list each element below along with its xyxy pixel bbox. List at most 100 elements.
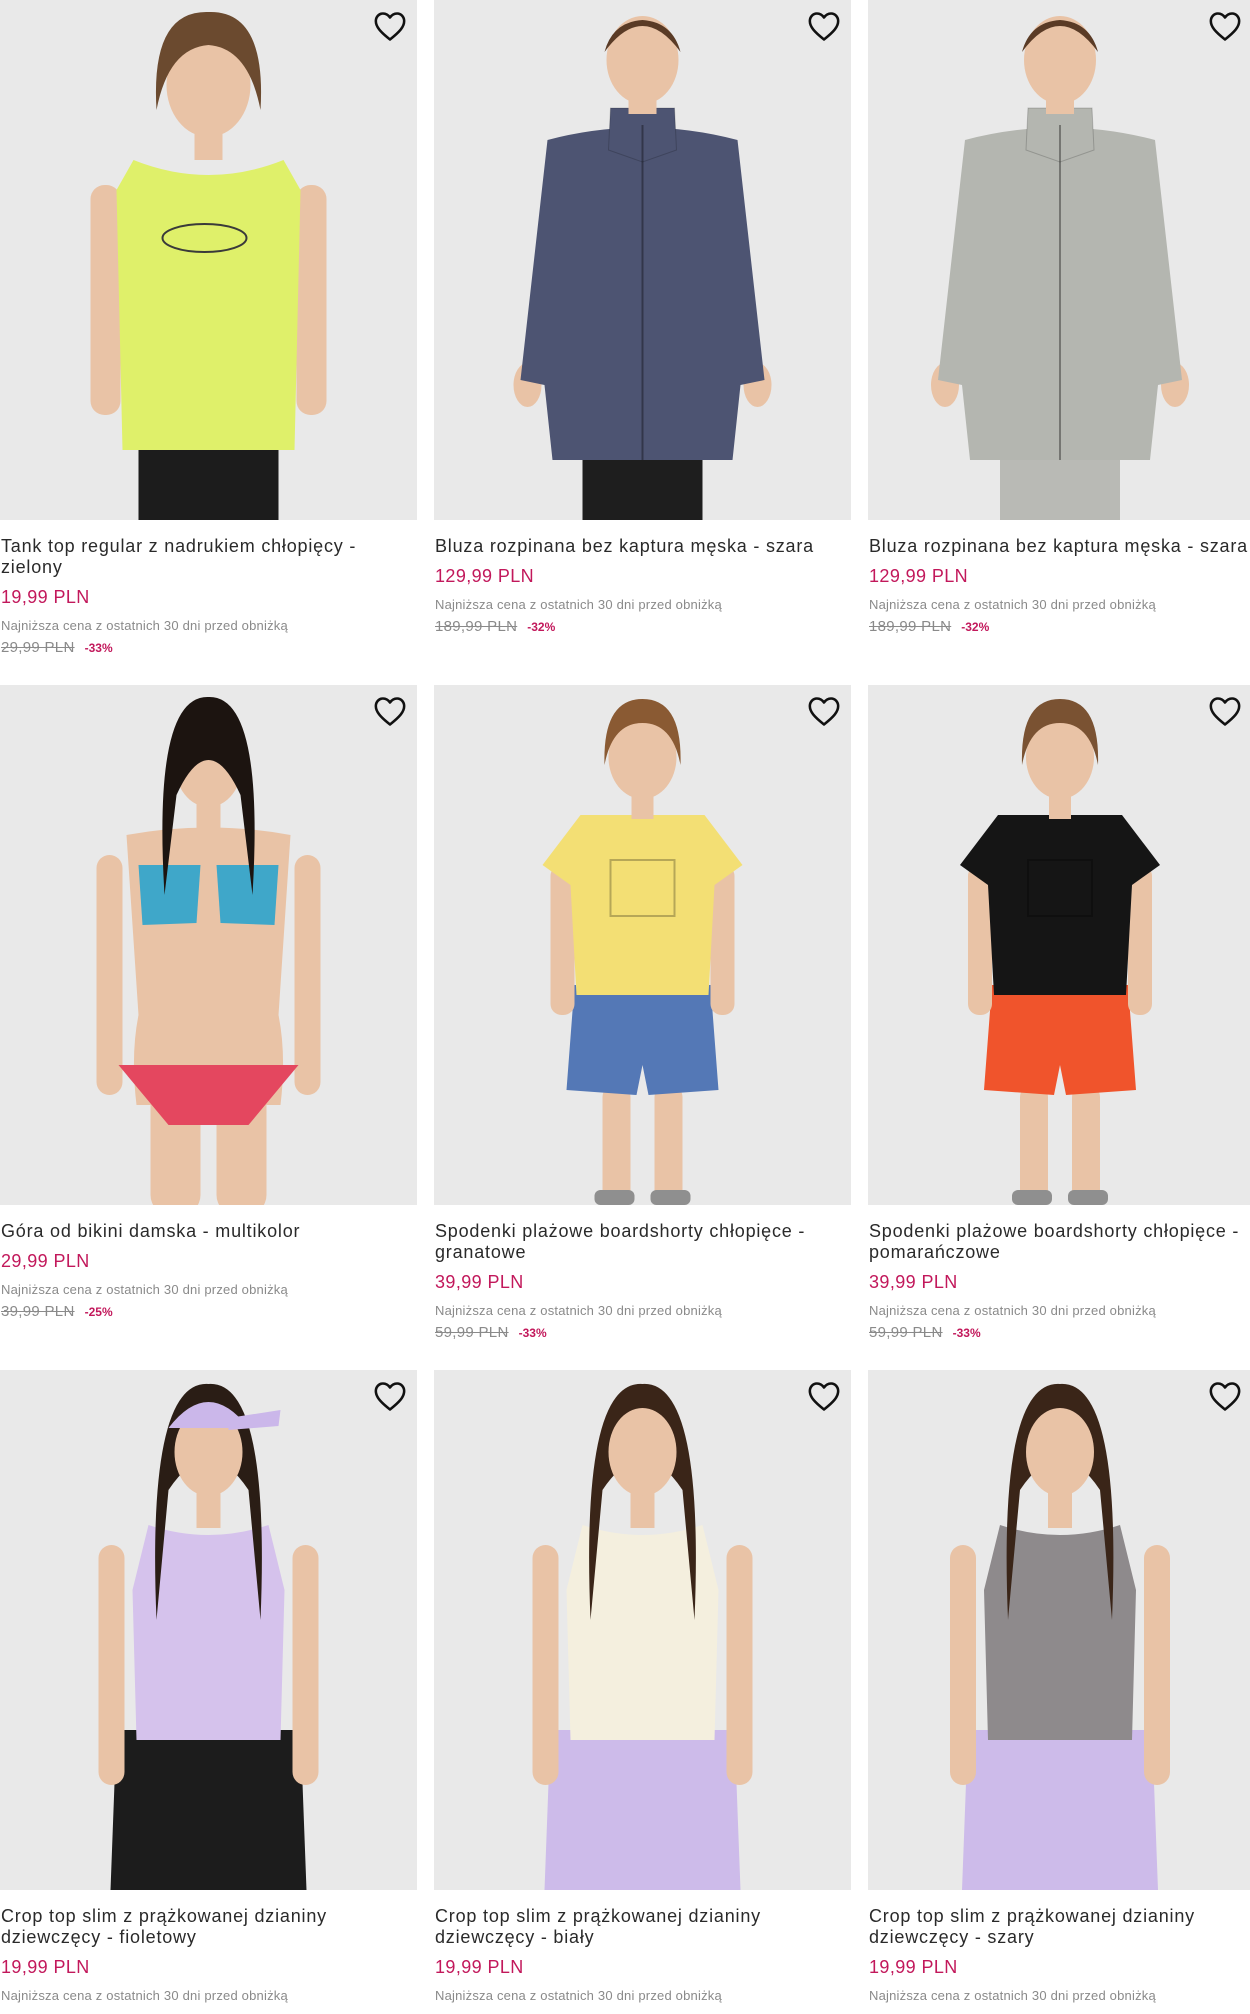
product-info: Crop top slim z prążkowanej dzianiny dzi… <box>434 1890 851 2004</box>
product-image[interactable] <box>434 1370 851 1890</box>
model-arm <box>90 185 121 415</box>
old-price: 39,99 PLN <box>1 1303 75 1320</box>
product-title[interactable]: Tank top regular z nadrukiem chłopięcy -… <box>1 536 411 578</box>
model-head <box>1026 1408 1094 1496</box>
model-arm <box>726 1545 753 1785</box>
wishlist-button[interactable] <box>373 10 409 46</box>
wishlist-button[interactable] <box>373 1380 409 1416</box>
wishlist-button[interactable] <box>807 10 843 46</box>
product-card[interactable]: Crop top slim z prążkowanej dzianiny dzi… <box>0 1370 417 2014</box>
product-photo <box>513 16 772 520</box>
model-shoe <box>594 1190 635 1205</box>
old-price: 189,99 PLN <box>435 618 518 635</box>
product-image[interactable] <box>0 1370 417 1890</box>
model-leg <box>1072 1085 1100 1205</box>
lowest-price-label: Najniższa cena z ostatnich 30 dni przed … <box>435 1303 722 1318</box>
product-card[interactable]: Spodenki plażowe boardshorty chłopięce -… <box>434 685 851 1370</box>
product-title[interactable]: Góra od bikini damska - multikolor <box>1 1221 411 1242</box>
model-arm <box>296 185 327 415</box>
product-card[interactable]: Góra od bikini damska - multikolor 29,99 … <box>0 685 417 1370</box>
product-grid: Tank top regular z nadrukiem chłopięcy -… <box>0 0 1250 2014</box>
product-image[interactable] <box>434 685 851 1205</box>
heart-outline-icon <box>1209 697 1241 726</box>
product-title[interactable]: Crop top slim z prążkowanej dzianiny dzi… <box>435 1906 845 1948</box>
heart-outline-icon <box>1209 1382 1241 1411</box>
product-card[interactable]: Bluza rozpinana bez kaptura męska - szar… <box>868 0 1250 685</box>
bikini-bottom <box>118 1065 299 1125</box>
lowest-price-label: Najniższa cena z ostatnich 30 dni przed … <box>869 597 1156 612</box>
product-photo <box>950 1383 1170 1890</box>
old-price: 59,99 PLN <box>869 1324 943 1341</box>
model-arm <box>294 855 321 1095</box>
old-price: 29,99 PLN <box>1 639 75 656</box>
heart-outline-icon <box>808 1382 840 1411</box>
model-arm <box>98 1545 125 1785</box>
tank-top <box>116 160 301 450</box>
model-shoe <box>650 1190 691 1205</box>
product-price: 39,99 PLN <box>435 1272 524 1292</box>
heart-outline-icon <box>808 12 840 41</box>
product-image[interactable] <box>0 0 417 520</box>
product-image[interactable] <box>868 685 1250 1205</box>
product-image[interactable] <box>434 0 851 520</box>
old-price: 189,99 PLN <box>869 618 952 635</box>
product-price: 29,99 PLN <box>1 1251 90 1271</box>
product-title[interactable]: Bluza rozpinana bez kaptura męska - szar… <box>869 536 1250 557</box>
product-card[interactable]: Crop top slim z prążkowanej dzianiny dzi… <box>868 1370 1250 2014</box>
wishlist-button[interactable] <box>1208 1380 1244 1416</box>
product-title[interactable]: Crop top slim z prążkowanej dzianiny dzi… <box>1 1906 411 1948</box>
product-image[interactable] <box>0 685 417 1205</box>
discount-badge: -33% <box>84 640 113 655</box>
bikini-top <box>216 865 279 925</box>
old-price-row: 59,99 PLN -33% <box>435 1324 851 1341</box>
old-price-row: 39,99 PLN -25% <box>1 1303 417 1320</box>
heart-outline-icon <box>808 697 840 726</box>
product-price: 19,99 PLN <box>1 1957 90 1977</box>
product-title[interactable]: Spodenki plażowe boardshorty chłopięce -… <box>435 1221 845 1263</box>
product-card[interactable]: Tank top regular z nadrukiem chłopięcy -… <box>0 0 417 685</box>
model-arm <box>292 1545 319 1785</box>
model-head <box>1024 16 1096 104</box>
product-info: Crop top slim z prążkowanej dzianiny dzi… <box>0 1890 417 2004</box>
product-photo <box>90 11 327 520</box>
product-card[interactable]: Spodenki plażowe boardshorty chłopięce -… <box>868 685 1250 1370</box>
shorts <box>110 1730 307 1890</box>
product-card[interactable]: Bluza rozpinana bez kaptura męska - szar… <box>434 0 851 685</box>
model-arm <box>1144 1545 1170 1785</box>
old-price-row: 59,99 PLN -33% <box>869 1324 1250 1341</box>
lowest-price-label: Najniższa cena z ostatnich 30 dni przed … <box>1 1282 288 1297</box>
product-image[interactable] <box>868 0 1250 520</box>
product-photo <box>931 16 1189 520</box>
model-head <box>608 1408 677 1496</box>
product-image[interactable] <box>868 1370 1250 1890</box>
product-title[interactable]: Crop top slim z prążkowanej dzianiny dzi… <box>869 1906 1250 1948</box>
lowest-price-label: Najniższa cena z ostatnich 30 dni przed … <box>435 597 722 612</box>
discount-badge: -32% <box>527 619 556 634</box>
old-price-row: 189,99 PLN -32% <box>869 618 1250 635</box>
old-price: 59,99 PLN <box>435 1324 509 1341</box>
model-shoe <box>1012 1190 1052 1205</box>
product-photo <box>96 696 321 1205</box>
product-title[interactable]: Bluza rozpinana bez kaptura męska - szar… <box>435 536 845 557</box>
model-shorts <box>138 440 279 520</box>
wishlist-button[interactable] <box>807 1380 843 1416</box>
product-info: Spodenki plażowe boardshorty chłopięce -… <box>434 1205 851 1341</box>
lowest-price-label: Najniższa cena z ostatnich 30 dni przed … <box>1 618 288 633</box>
product-info: Crop top slim z prążkowanej dzianiny dzi… <box>868 1890 1250 2004</box>
product-card[interactable]: Crop top slim z prążkowanej dzianiny dzi… <box>434 1370 851 2014</box>
wishlist-button[interactable] <box>373 695 409 731</box>
old-price-row: 189,99 PLN -32% <box>435 618 851 635</box>
heart-outline-icon <box>1209 12 1241 41</box>
wishlist-button[interactable] <box>807 695 843 731</box>
lowest-price-label: Najniższa cena z ostatnich 30 dni przed … <box>1 1988 288 2003</box>
bikini-top <box>138 865 201 925</box>
discount-badge: -25% <box>84 1304 113 1319</box>
product-photo <box>542 699 743 1205</box>
product-photo <box>98 1383 319 1890</box>
product-title[interactable]: Spodenki plażowe boardshorty chłopięce -… <box>869 1221 1250 1263</box>
wishlist-button[interactable] <box>1208 695 1244 731</box>
shorts <box>544 1730 741 1890</box>
wishlist-button[interactable] <box>1208 10 1244 46</box>
model-leg <box>602 1085 631 1205</box>
product-photo <box>532 1383 753 1890</box>
